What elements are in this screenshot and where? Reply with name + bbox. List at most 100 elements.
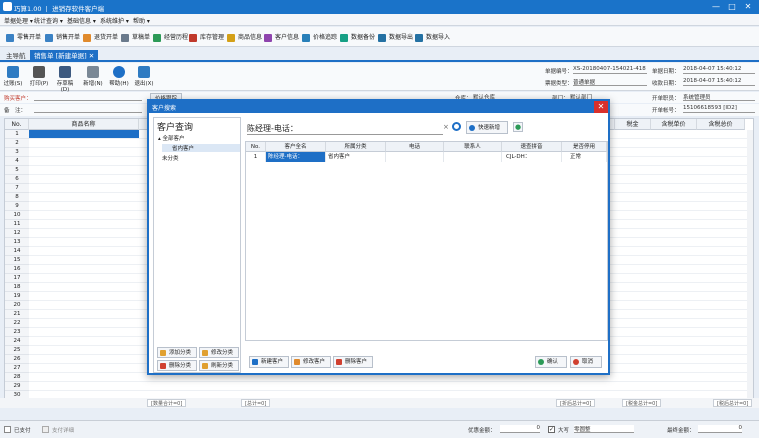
backup-button[interactable]: 数据备份 xyxy=(337,31,379,43)
menu-basic[interactable]: 基础信息 ▾ xyxy=(67,16,96,25)
pay-date-label: 收款日期： xyxy=(652,81,680,87)
grid-scrollbar[interactable] xyxy=(747,130,753,407)
dialog-title-bar: 客户搜索 ✕ xyxy=(149,101,608,113)
close-tab-icon[interactable]: ✕ xyxy=(89,52,94,60)
handler-label: 开单职员： xyxy=(652,96,680,102)
export-button[interactable]: 数据导出 xyxy=(375,31,417,43)
row-number: 19 xyxy=(5,292,29,301)
customer-field[interactable] xyxy=(34,93,142,101)
quick-add-button[interactable]: 快速新增 xyxy=(466,121,508,134)
row-number: 29 xyxy=(5,382,29,391)
edit-customer-button[interactable]: 修改客户 xyxy=(291,356,331,368)
col-category: 所属分类 xyxy=(326,142,386,152)
menu-help[interactable]: 帮助 ▾ xyxy=(133,16,150,25)
customer-panel: 陈经理-电话： × 快速新增 ● No. 客户全名 所属分类 电话 联系人 速查… xyxy=(245,117,608,373)
inventory-button[interactable]: 库存管理 xyxy=(186,31,228,43)
new-customer-button[interactable]: 新建客户 xyxy=(249,356,289,368)
pay-detail-label: 支付详细 xyxy=(52,428,75,434)
draft-icon xyxy=(121,34,129,42)
exit-button[interactable]: 退出(X) xyxy=(133,66,155,87)
new-button[interactable]: 新增(N) xyxy=(82,66,104,87)
minimize-button[interactable]: — xyxy=(710,1,722,12)
row-number: 3 xyxy=(5,148,29,157)
pay-date-field[interactable]: 2018-04-07 15:40:12 xyxy=(683,78,755,86)
export-icon xyxy=(378,34,386,42)
import-button[interactable]: 数据导入 xyxy=(412,31,454,43)
dialog-close-button[interactable]: ✕ xyxy=(594,101,608,113)
help-button[interactable]: 帮助(H) xyxy=(108,66,130,87)
row-number: 7 xyxy=(5,184,29,193)
customer-info-button[interactable]: 客户信息 xyxy=(261,31,303,43)
tree-item-all[interactable]: ▴ 全部客户 xyxy=(158,134,185,142)
close-window-button[interactable]: ✕ xyxy=(742,1,754,12)
row-number: 11 xyxy=(5,220,29,229)
window-title: 巧算1.00 丨 进销存软件客户端 xyxy=(14,5,105,13)
return-button[interactable]: 退货开单 xyxy=(80,31,122,43)
pay-detail-checkbox[interactable] xyxy=(42,426,49,433)
save-icon xyxy=(59,66,71,78)
add-category-icon xyxy=(160,350,166,356)
customer-search-input[interactable]: 陈经理-电话： xyxy=(247,123,443,135)
customer-label: 购买客户： xyxy=(4,96,32,102)
grid-header-unit-price: 含税单价 xyxy=(651,119,697,130)
row-number: 27 xyxy=(5,364,29,373)
row-number: 15 xyxy=(5,256,29,265)
sales-icon xyxy=(45,34,53,42)
grid-header-name: 商品名称 xyxy=(29,119,139,130)
grid-header-tax: 税金 xyxy=(615,119,651,130)
toolbar: 零售开单 销售开单 退货开单 草稿单 经营历程 库存管理 商品信息 客户信息 价… xyxy=(0,27,759,47)
cell-name: 陈经理-电话： xyxy=(266,152,326,162)
bill-no-field[interactable]: XS-20180407-154021-418 xyxy=(573,66,647,74)
row-number: 12 xyxy=(5,229,29,238)
add-category-button[interactable]: 添加分类 xyxy=(157,347,197,358)
post-button[interactable]: 过账(S) xyxy=(2,66,24,87)
price-track-button[interactable]: 价格追踪 xyxy=(299,31,341,43)
menu-stats[interactable]: 统计查询 ▾ xyxy=(34,16,63,25)
row-number: 16 xyxy=(5,265,29,274)
delete-category-button[interactable]: 删除分类 xyxy=(157,360,197,371)
menu-system[interactable]: 系统维护 ▾ xyxy=(100,16,129,25)
final-field: 0 xyxy=(698,425,742,433)
table-row[interactable] xyxy=(29,382,749,391)
product-button[interactable]: 商品信息 xyxy=(224,31,266,43)
ok-button[interactable]: 确认 xyxy=(535,356,567,368)
remark-field[interactable] xyxy=(34,105,142,113)
menu-bill[interactable]: 单据处理 ▾ xyxy=(4,16,33,25)
row-number: 13 xyxy=(5,238,29,247)
customer-search-dialog: 客户搜索 ✕ 客户查询 ▴ 全部客户 省内客户 未分类 添加分类 修改分类 删除… xyxy=(147,99,610,375)
print-button[interactable]: 打印(P) xyxy=(28,66,50,87)
sales-button[interactable]: 销售开单 xyxy=(42,31,84,43)
clear-search-icon[interactable]: × xyxy=(443,123,449,131)
tax-total: [税金总计=0] xyxy=(622,399,662,407)
tree-item-province[interactable]: 省内客户 xyxy=(162,144,240,152)
refresh-category-button[interactable]: 刷新分类 xyxy=(199,360,239,371)
grid-header-total: 含税总价 xyxy=(697,119,745,130)
uppercase-checkbox[interactable]: ✓ xyxy=(548,426,555,433)
discount-field[interactable]: 0 xyxy=(500,425,540,433)
handler-field[interactable]: 系统管理员 xyxy=(683,93,755,101)
discount-label: 优惠金额： xyxy=(468,428,496,434)
paid-checkbox[interactable] xyxy=(4,426,11,433)
backup-icon xyxy=(340,34,348,42)
menu-bar: 单据处理 ▾ 统计查询 ▾ 基础信息 ▾ 系统维护 ▾ 帮助 ▾ xyxy=(0,14,759,26)
cancel-button[interactable]: 取消 xyxy=(570,356,602,368)
save-draft-button[interactable]: 存草稿(D) xyxy=(54,66,76,93)
edit-category-button[interactable]: 修改分类 xyxy=(199,347,239,358)
delete-customer-button[interactable]: 删除客户 xyxy=(333,356,373,368)
date-field[interactable]: 2018-04-07 15:40:12 xyxy=(683,66,755,74)
go-icon[interactable]: ● xyxy=(513,122,523,132)
customer-row-1[interactable]: 1 陈经理-电话： 省内客户 CJL-DH： 正常 xyxy=(246,152,607,162)
tab-home[interactable]: 主导航 xyxy=(2,50,30,62)
row-number: 14 xyxy=(5,247,29,256)
account-field[interactable]: 15106618593 [ID2] xyxy=(683,105,755,113)
cell-category: 省内客户 xyxy=(326,152,386,162)
account-label: 开单帐号： xyxy=(652,108,680,114)
search-icon[interactable] xyxy=(452,122,461,131)
draft-button[interactable]: 草稿单 xyxy=(118,31,154,43)
retail-button[interactable]: 零售开单 xyxy=(3,31,45,43)
maximize-button[interactable]: □ xyxy=(726,1,738,12)
new-icon xyxy=(87,66,99,78)
tree-item-uncategorized[interactable]: 未分类 xyxy=(162,154,179,162)
bill-type-select[interactable]: 普通单据 xyxy=(573,78,647,86)
tab-sales-bill[interactable]: 销售单 [新建单据] ✕ xyxy=(30,50,99,62)
